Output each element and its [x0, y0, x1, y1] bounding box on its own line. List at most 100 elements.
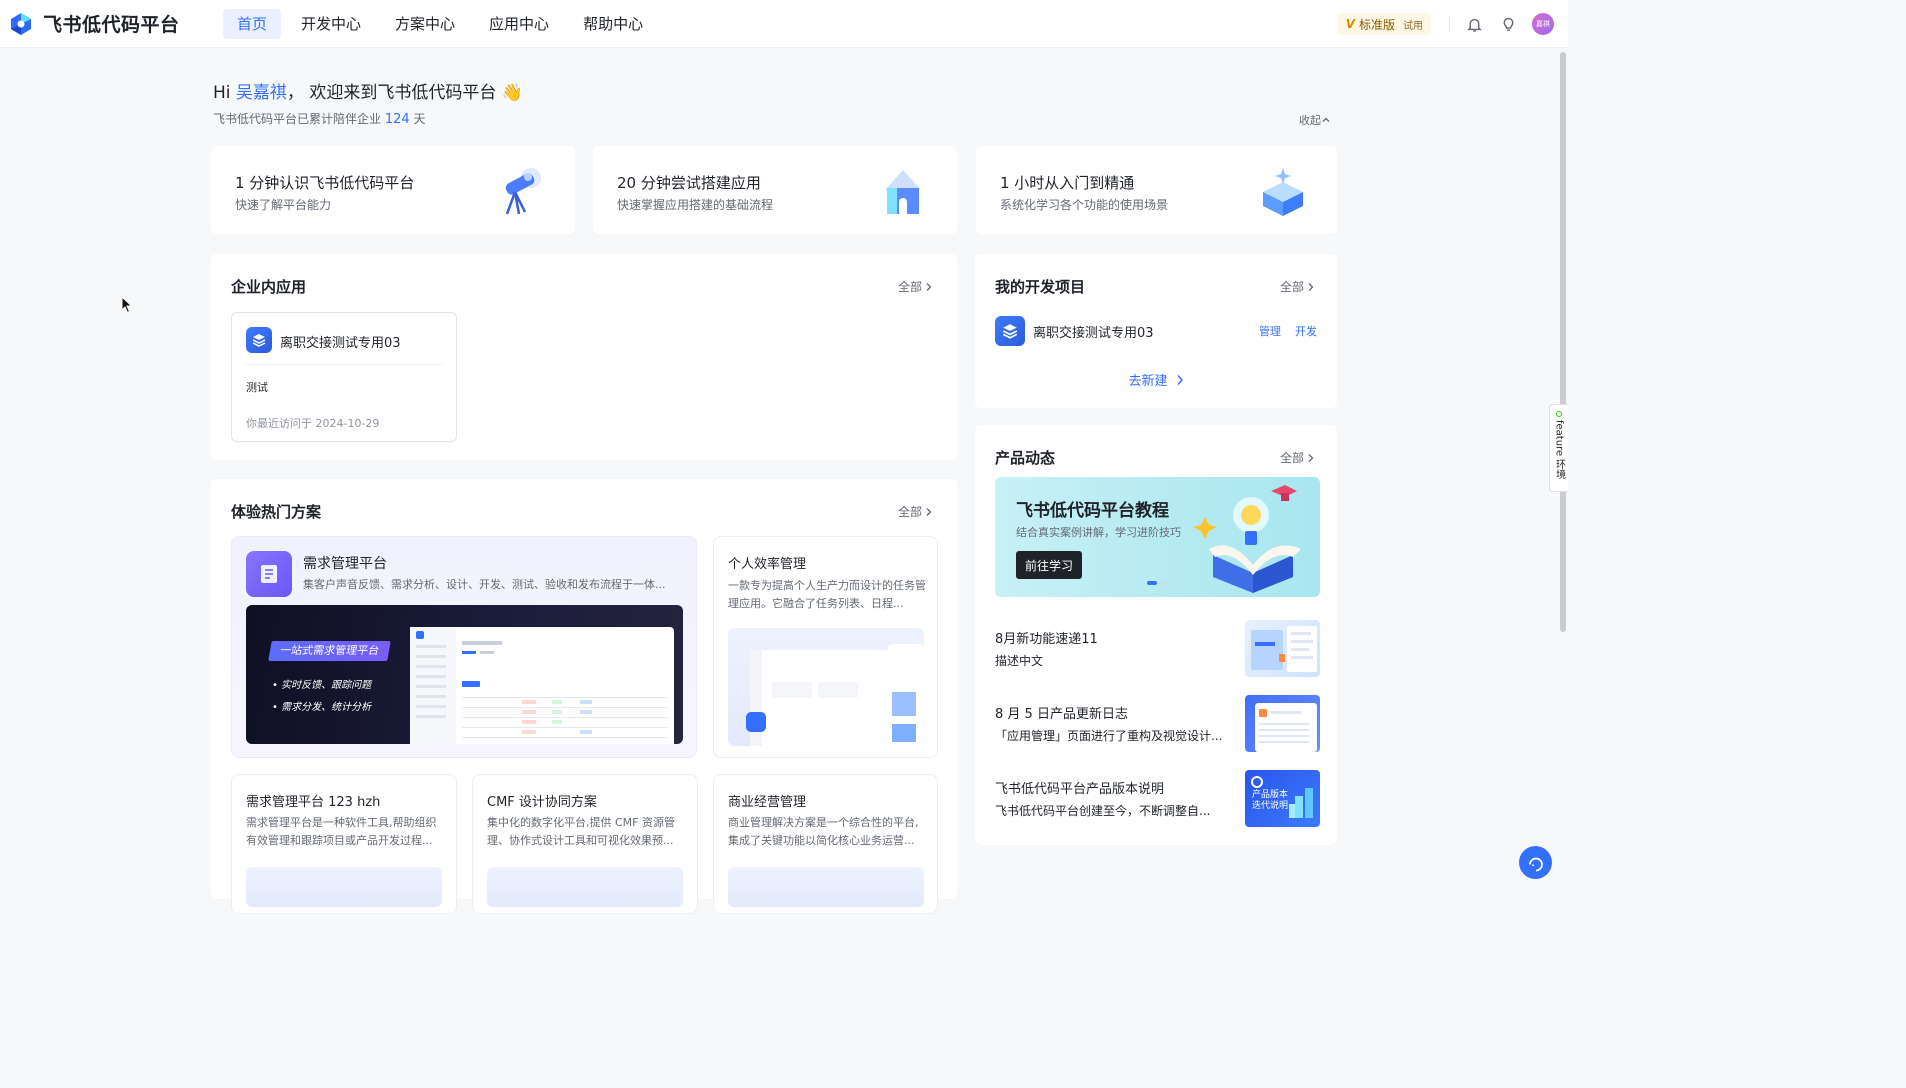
book-illustration-icon: [1193, 485, 1301, 593]
solution-thumbnail: [728, 867, 924, 907]
app-title: 飞书低代码平台: [43, 14, 180, 36]
help-button[interactable]: [1519, 846, 1552, 879]
greeting-hi: Hi: [213, 83, 236, 103]
solution-card[interactable]: CMF 设计协同方案 集中化的数字化平台,提供 CMF 资源管理、协作式设计工具…: [472, 774, 698, 914]
quick-card-title: 20 分钟尝试搭建应用: [617, 174, 761, 192]
feature-env-tab[interactable]: feature 环境: [1549, 404, 1568, 492]
enterprise-apps-all-link[interactable]: 全部: [898, 278, 933, 295]
user-name: 吴嘉祺: [235, 83, 287, 103]
nav-home[interactable]: 首页: [223, 8, 282, 39]
my-projects-all-link[interactable]: 全部: [1280, 278, 1315, 295]
plan-trial: 试用: [1403, 20, 1423, 32]
solution-card[interactable]: 个人效率管理 一款专为提高个人生产力而设计的任务管理应用。它融合了任务列表、日程…: [713, 536, 938, 758]
quick-card-sub: 快速掌握应用搭建的基础流程: [617, 198, 774, 212]
main-nav: 首页 开发中心 方案中心 应用中心 帮助中心: [223, 8, 663, 39]
solution-thumbnail: [487, 867, 683, 907]
news-title: 8 月 5 日产品更新日志: [995, 707, 1128, 722]
solution-title: 需求管理平台 123 hzh: [246, 795, 381, 810]
project-row[interactable]: 离职交接测试专用03 管理 开发: [995, 316, 1317, 346]
avatar[interactable]: 嘉祺: [1532, 13, 1554, 35]
layers-icon: [995, 316, 1025, 346]
hot-solutions-all-link[interactable]: 全部: [898, 503, 933, 520]
tutorial-banner[interactable]: 飞书低代码平台教程 结合真实案例讲解，学习进阶技巧 前往学习: [995, 477, 1320, 597]
news-item[interactable]: 飞书低代码平台产品版本说明 飞书低代码平台创建至今，不断调整自... 产品版本 …: [995, 770, 1320, 827]
app-card[interactable]: 离职交接测试专用03 测试 你最近访问于 2024-10-29: [231, 312, 457, 442]
greeting: Hi 吴嘉祺， 欢迎来到飞书低代码平台 👋: [213, 78, 523, 103]
chevron-right-icon: [1308, 282, 1314, 291]
create-new-label: 去新建: [1128, 374, 1168, 389]
all-label: 全部: [897, 505, 922, 519]
telescope-icon: [495, 164, 547, 218]
project-manage-link[interactable]: 管理: [1259, 323, 1281, 339]
news-thumbnail: [1245, 695, 1320, 752]
app-desc: 测试: [246, 381, 268, 394]
enterprise-apps-panel: 企业内应用 全部 离职交接测试专用03 测试 你最近访问于 2024-10-29: [211, 254, 957, 460]
all-label: 全部: [897, 280, 922, 294]
quick-card-1hour[interactable]: 1 小时从入门到精通 系统化学习各个功能的使用场景: [976, 146, 1337, 234]
nav-help-center[interactable]: 帮助中心: [569, 9, 657, 39]
bell-icon[interactable]: [1464, 14, 1484, 34]
preview-bullet-text: 实时反馈、跟踪问题: [281, 680, 372, 691]
solution-desc: 商业管理解决方案是一个综合性的平台,集成了关键功能以简化核心业务运营...: [728, 816, 919, 847]
solution-desc: 需求管理平台是一种软件工具,帮助组织有效管理和跟踪项目或产品开发过程...: [246, 816, 437, 847]
tutorial-title: 飞书低代码平台教程: [1016, 501, 1169, 521]
quick-card-1min[interactable]: 1 分钟认识飞书低代码平台 快速了解平台能力: [211, 146, 575, 234]
carousel-dot[interactable]: [1147, 581, 1157, 585]
solution-preview: 一站式需求管理平台 • 实时反馈、跟踪问题 • 需求分发、统计分析: [246, 605, 683, 744]
hot-solutions-title: 体验热门方案: [231, 503, 322, 521]
plan-badge[interactable]: V 标准版 试用: [1337, 13, 1431, 35]
solution-card[interactable]: 需求管理平台 123 hzh 需求管理平台是一种软件工具,帮助组织有效管理和跟踪…: [231, 774, 457, 914]
solution-title: 商业经营管理: [728, 795, 807, 810]
vip-icon: V: [1345, 17, 1355, 31]
news-thumbnail: 产品版本 迭代说明: [1245, 770, 1320, 827]
product-news-all-link[interactable]: 全部: [1280, 449, 1315, 466]
project-develop-link[interactable]: 开发: [1295, 323, 1317, 339]
collapse-label: 收起: [1299, 114, 1321, 127]
chevron-right-icon: [926, 507, 932, 516]
news-thumbnail: [1245, 620, 1320, 677]
quick-card-sub: 系统化学习各个功能的使用场景: [1000, 198, 1169, 212]
project-name: 离职交接测试专用03: [1033, 325, 1154, 341]
news-item[interactable]: 8 月 5 日产品更新日志 「应用管理」页面进行了重构及视觉设计...: [995, 695, 1320, 752]
preview-bullets: • 实时反馈、跟踪问题 • 需求分发、统计分析: [272, 675, 371, 719]
news-desc: 飞书低代码平台创建至今，不断调整自...: [995, 804, 1211, 818]
chevron-up-icon: [1322, 117, 1330, 122]
companion-days-count: 124: [384, 112, 410, 127]
nav-solution-center[interactable]: 方案中心: [381, 9, 469, 39]
cube-icon: [1257, 164, 1309, 218]
tutorial-sub: 结合真实案例讲解，学习进阶技巧: [1016, 526, 1181, 539]
quick-card-20min[interactable]: 20 分钟尝试搭建应用 快速掌握应用搭建的基础流程: [593, 146, 957, 234]
logo-icon: [9, 12, 33, 36]
companion-days: 飞书低代码平台已累计陪伴企业 124 天: [213, 110, 425, 127]
companion-prefix: 飞书低代码平台已累计陪伴企业: [213, 112, 385, 126]
chevron-right-icon: [1176, 374, 1183, 385]
quick-card-title: 1 分钟认识飞书低代码平台: [235, 174, 415, 192]
news-title: 飞书低代码平台产品版本说明: [995, 782, 1165, 797]
hot-solutions-panel: 体验热门方案 全部 需求管理平台 集客户声音反馈、需求分析、设计、开发、测试、验…: [211, 479, 957, 914]
preview-bullet-text: 需求分发、统计分析: [281, 702, 372, 713]
page-scrollbar[interactable]: [1560, 52, 1566, 632]
news-item[interactable]: 8月新功能速递11 描述中文: [995, 620, 1320, 677]
headset-icon: [1528, 857, 1543, 871]
all-label: 全部: [1279, 451, 1304, 465]
quick-card-sub: 快速了解平台能力: [235, 198, 332, 212]
enterprise-apps-title: 企业内应用: [231, 278, 307, 296]
start-learning-button[interactable]: 前往学习: [1016, 551, 1082, 579]
solution-card-featured[interactable]: 需求管理平台 集客户声音反馈、需求分析、设计、开发、测试、验收和发布流程于一体.…: [231, 536, 697, 758]
collapse-button[interactable]: 收起: [1299, 112, 1331, 128]
carousel-dot[interactable]: [1160, 581, 1165, 585]
create-new-link[interactable]: 去新建: [975, 370, 1337, 389]
news-desc: 描述中文: [995, 654, 1044, 668]
project-actions: 管理 开发: [1245, 323, 1317, 339]
news-title: 8月新功能速递11: [995, 632, 1098, 647]
app-logo[interactable]: 飞书低代码平台: [9, 10, 209, 37]
carousel-dots[interactable]: [1147, 581, 1168, 585]
nav-app-center[interactable]: 应用中心: [475, 9, 563, 39]
solution-desc: 一款专为提高个人生产力而设计的任务管理应用。它融合了任务列表、日程...: [728, 579, 926, 610]
product-news-title: 产品动态: [995, 449, 1056, 467]
solution-card[interactable]: 商业经营管理 商业管理解决方案是一个综合性的平台,集成了关键功能以简化核心业务运…: [713, 774, 938, 914]
lightbulb-icon[interactable]: [1498, 14, 1518, 34]
preview-table: [410, 627, 674, 744]
preview-bullet: • 需求分发、统计分析: [272, 702, 372, 713]
nav-dev-center[interactable]: 开发中心: [287, 9, 375, 39]
